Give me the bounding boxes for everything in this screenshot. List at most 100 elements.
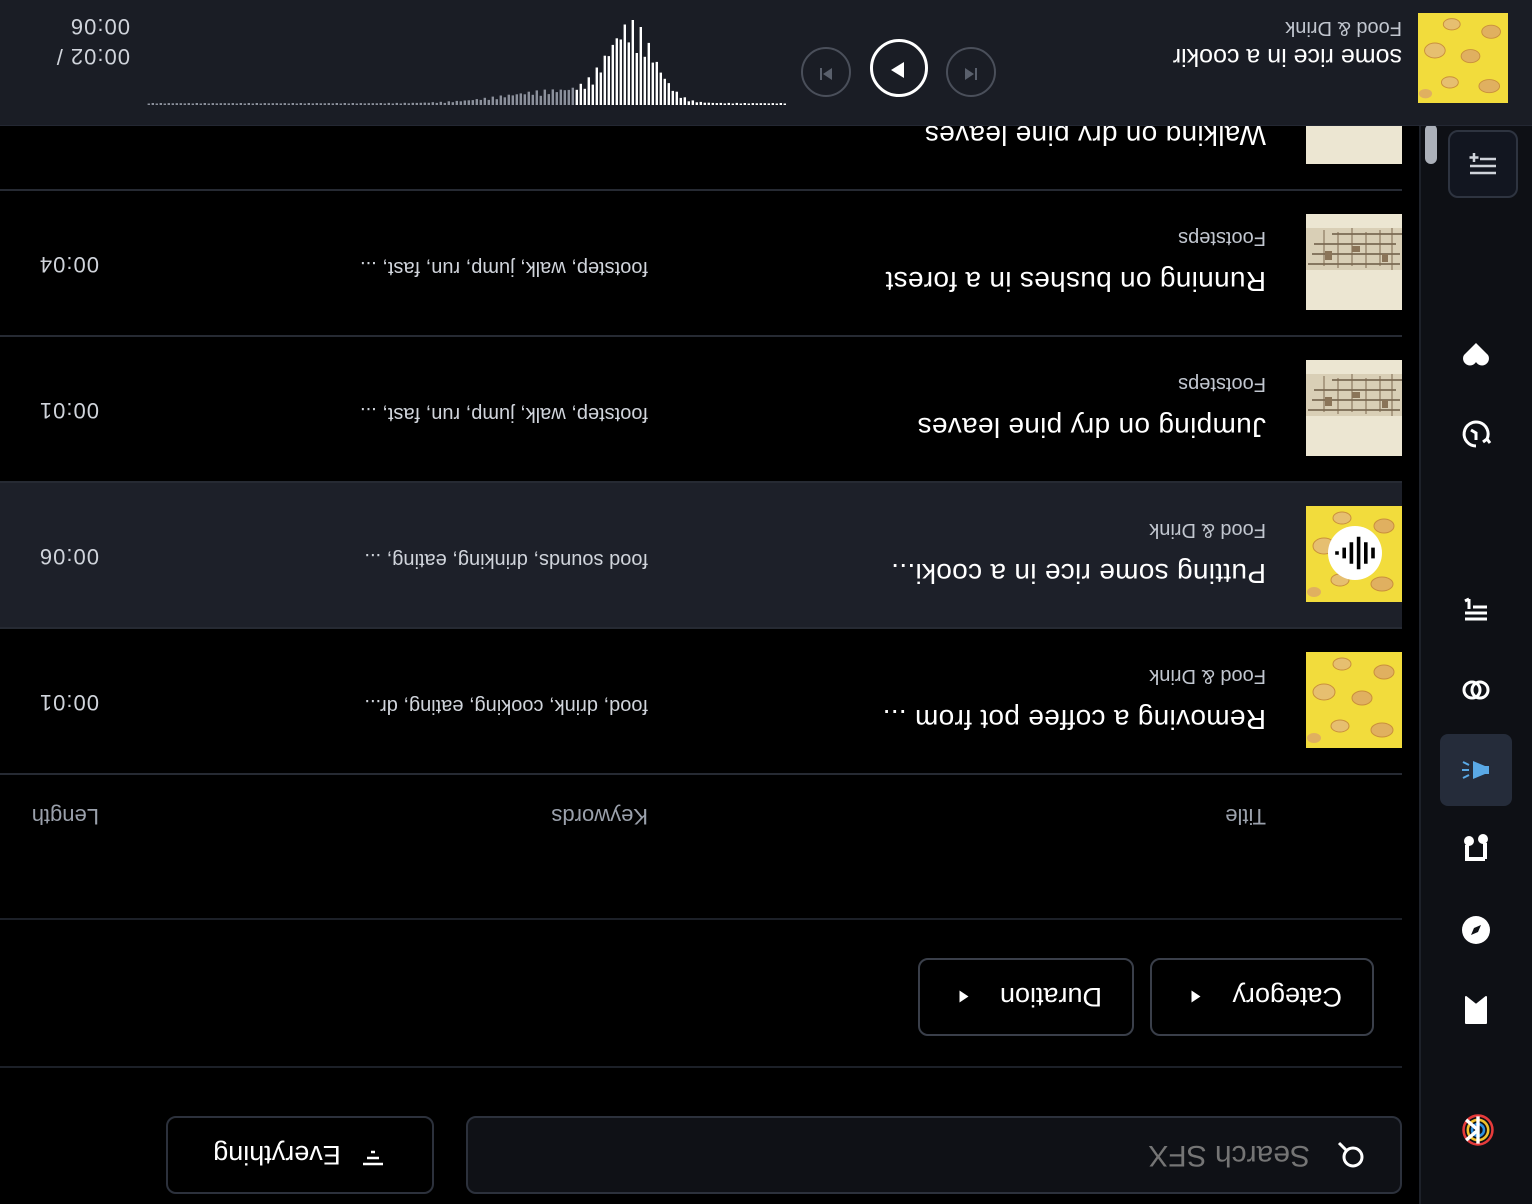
waveform-bar — [575, 89, 578, 105]
waveform-bar — [535, 90, 538, 105]
waveform-bar — [379, 103, 382, 105]
search-scope-button[interactable]: Everything — [166, 1116, 434, 1194]
add-to-list-button[interactable] — [1448, 130, 1518, 198]
waveform-bar — [387, 102, 390, 105]
waveform-bar — [455, 100, 458, 105]
sound-title[interactable]: Removing a coffee pot from ... — [882, 703, 1266, 735]
waveform-bar — [783, 103, 786, 105]
previous-button[interactable] — [946, 47, 996, 97]
waveform-bar — [659, 72, 662, 105]
sound-row[interactable]: Removing a coffee pot from ... Food & Dri… — [0, 627, 1402, 773]
search-box[interactable] — [466, 1116, 1402, 1194]
sound-thumbnail[interactable] — [1306, 652, 1402, 748]
waveform-bar — [319, 103, 322, 105]
heart-icon[interactable] — [1448, 326, 1504, 382]
waveform-bar — [711, 102, 714, 105]
sound-category: Food & Drink — [1149, 665, 1266, 687]
waveform-bar — [159, 103, 162, 105]
waveform-bar — [471, 100, 474, 105]
waveform-bar — [235, 103, 238, 105]
waveform-bar — [523, 94, 526, 105]
waveform-scrubber[interactable] — [146, 15, 786, 115]
bookmark-icon[interactable] — [1448, 982, 1504, 1038]
waveform-bar — [175, 103, 178, 105]
search-input[interactable] — [610, 1138, 1310, 1172]
column-header-length[interactable]: Length — [32, 803, 99, 829]
sound-title[interactable]: Running on bushes in a forest — [885, 265, 1266, 297]
waveform-bar — [375, 103, 378, 105]
waveform-bar — [771, 103, 774, 105]
caret-down-icon — [959, 991, 969, 1003]
sound-length: 00:04 — [38, 252, 99, 277]
waveform-bar — [191, 103, 194, 105]
waveform-bar — [407, 103, 410, 105]
waveform-bar — [563, 90, 566, 105]
compass-icon[interactable] — [1448, 902, 1504, 958]
waveform-bar — [707, 102, 710, 105]
sound-row[interactable]: Running on bushes in a forest Footsteps fo… — [0, 189, 1402, 335]
sound-thumbnail[interactable] — [1306, 506, 1402, 602]
waveform-bar — [307, 103, 310, 105]
playlist-icon[interactable] — [1448, 582, 1504, 638]
megaphone-icon[interactable] — [1440, 734, 1512, 806]
waveform-bar — [643, 56, 646, 105]
waveform-bar — [715, 103, 718, 105]
sound-category: Food & Drink — [1149, 519, 1266, 541]
sound-thumbnail[interactable] — [1306, 360, 1402, 456]
waveform-bar — [435, 102, 438, 105]
category-filter-button[interactable]: Category — [1150, 958, 1374, 1036]
waveform-bar — [679, 97, 682, 105]
waveform-bar — [291, 103, 294, 105]
waveform-bar — [691, 100, 694, 105]
waveform-bar — [367, 103, 370, 105]
waveform-bar — [467, 100, 470, 105]
search-scope-label: Everything — [213, 1140, 341, 1171]
waveform-bar — [179, 103, 182, 105]
sound-category: Footsteps — [1178, 227, 1266, 249]
sound-row[interactable]: Putting some rice in a cooki... Food & Dr… — [0, 481, 1402, 627]
play-pause-button[interactable] — [870, 39, 928, 97]
next-button[interactable] — [801, 47, 851, 97]
waveform-bar — [635, 53, 638, 105]
now-playing-icon — [1328, 526, 1382, 580]
history-icon[interactable] — [1448, 406, 1504, 462]
sound-row[interactable]: Jumping on dry pine leaves Footsteps foots… — [0, 335, 1402, 481]
waveform-bar — [299, 103, 302, 105]
scrollbar-thumb[interactable] — [1425, 124, 1437, 164]
waveform-bar — [647, 42, 650, 105]
waveform-bar — [311, 103, 314, 105]
waveform-bar — [739, 103, 742, 105]
waveform-bar — [283, 103, 286, 105]
skip-next-icon — [816, 60, 836, 85]
duration-filter-button[interactable]: Duration — [918, 958, 1134, 1036]
waveform-bar — [651, 62, 654, 105]
sidebar — [1419, 0, 1532, 1204]
waveform-bar — [347, 103, 350, 105]
sound-title[interactable]: Jumping on dry pine leaves — [917, 411, 1266, 443]
sound-keywords: food, drink, cooking, eating, dr... — [364, 695, 648, 717]
waveform-bar — [431, 102, 434, 105]
waveform-bar — [667, 83, 670, 105]
music-note-icon[interactable] — [1448, 820, 1504, 876]
waveform-bar — [363, 103, 366, 105]
sound-title[interactable]: Putting some rice in a cooki... — [891, 557, 1266, 589]
waveform-bar — [203, 103, 206, 105]
waveform-bar — [687, 101, 690, 105]
waveform-bar — [567, 89, 570, 105]
waveform-bar — [619, 39, 622, 105]
logo-icon[interactable] — [1450, 1102, 1506, 1158]
divider — [0, 1066, 1402, 1068]
link-icon[interactable] — [1448, 662, 1504, 718]
waveform-bar — [399, 103, 402, 105]
waveform-bar — [731, 103, 734, 105]
column-header-keywords[interactable]: Keywords — [551, 803, 648, 829]
add-list-icon — [1466, 145, 1500, 184]
column-header-title[interactable]: Title — [1225, 803, 1266, 829]
waveform-bar — [627, 42, 630, 105]
waveform-bar — [355, 103, 358, 105]
waveform-bar — [215, 103, 218, 105]
player-track-title[interactable]: some rice in a cookir — [1144, 42, 1402, 71]
waveform-bar — [171, 103, 174, 105]
waveform-bar — [207, 103, 210, 105]
sound-thumbnail[interactable] — [1306, 214, 1402, 310]
